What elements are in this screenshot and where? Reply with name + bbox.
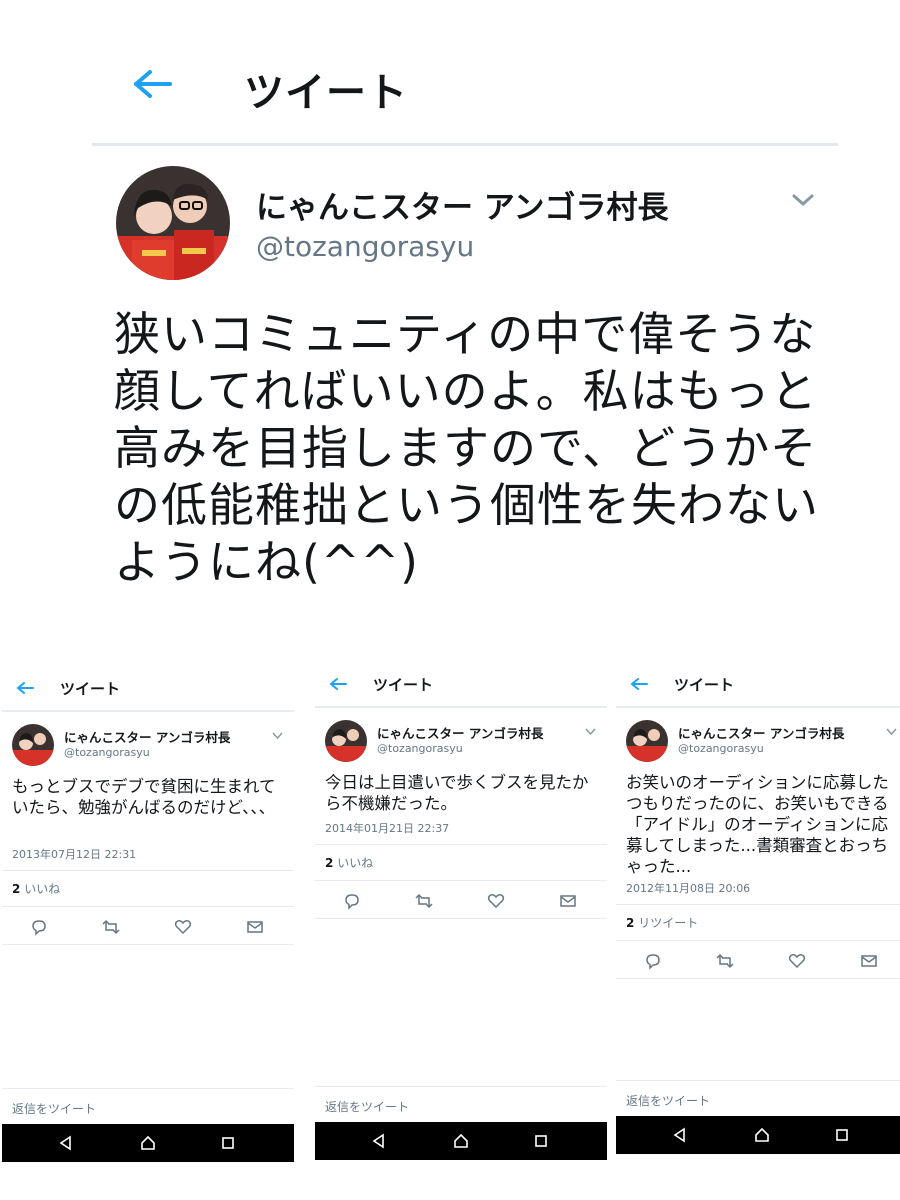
android-nav-bar: [616, 1116, 900, 1154]
chevron-down-icon[interactable]: [272, 732, 283, 739]
tweet-stat[interactable]: 2 いいね: [325, 854, 373, 871]
back-arrow-icon[interactable]: [16, 681, 34, 695]
tweet-text: 今日は上目遣いで歩くブスを見たから不機嫌だった。: [325, 773, 589, 813]
tweet-header: ツイート: [92, 40, 838, 146]
user-name[interactable]: にゃんこスター アンゴラ村長: [377, 723, 543, 742]
tweet-timestamp: 2012年11月08日 20:06: [626, 882, 751, 895]
envelope-icon[interactable]: [860, 952, 878, 970]
divider: [2, 944, 294, 945]
tweet-header: ツイート: [2, 664, 294, 712]
divider: [315, 844, 607, 845]
divider: [315, 918, 607, 919]
divider: [315, 880, 607, 881]
tweet-text: もっとブスでデブで貧困に生まれていたら、勉強がんばるのだけど、、、: [12, 777, 276, 817]
chevron-down-icon[interactable]: [788, 190, 818, 210]
home-icon[interactable]: [140, 1135, 156, 1151]
divider: [2, 906, 294, 907]
user-name[interactable]: にゃんこスター アンゴラ村長: [256, 182, 669, 227]
retweet-icon[interactable]: [415, 892, 433, 910]
reply-placeholder: 返信をツイート: [12, 1102, 97, 1116]
tweet-timestamp: 2014年01月21日 22:37: [325, 822, 450, 835]
tweet-text: お笑いのオーディションに応募したつもりだったのに、お笑いもできる「アイドル」のオ…: [626, 773, 889, 876]
reply-icon[interactable]: [644, 952, 662, 970]
android-nav-bar: [315, 1122, 607, 1160]
tweet-panel-3: ツイート にゃんこスター アンゴラ村長 @tozangorasyu お笑いのオー…: [616, 660, 900, 1156]
user-name[interactable]: にゃんこスター アンゴラ村長: [64, 727, 230, 746]
envelope-icon[interactable]: [246, 918, 264, 936]
tweet-actions: [616, 944, 900, 978]
stat-label: リツイート: [638, 916, 699, 930]
heart-icon[interactable]: [174, 918, 192, 936]
tweet-stat[interactable]: 2 いいね: [12, 880, 60, 897]
divider: [616, 904, 900, 905]
stat-count: 2: [626, 916, 635, 930]
page-title: ツイート: [674, 676, 735, 694]
avatar[interactable]: [12, 724, 54, 766]
page-title: ツイート: [373, 676, 434, 694]
tweet-panel-2: ツイート にゃんこスター アンゴラ村長 @tozangorasyu 今日は上目遣…: [315, 660, 607, 1164]
tweet-header: ツイート: [315, 660, 607, 708]
retweet-icon[interactable]: [716, 952, 734, 970]
tweet-actions: [2, 910, 294, 944]
envelope-icon[interactable]: [559, 892, 577, 910]
reply-placeholder: 返信をツイート: [626, 1094, 711, 1108]
triangle-back-icon[interactable]: [58, 1135, 74, 1151]
reply-placeholder: 返信をツイート: [325, 1100, 410, 1114]
back-arrow-icon[interactable]: [130, 66, 174, 102]
stat-count: 2: [325, 856, 334, 870]
divider: [2, 870, 294, 871]
stat-label: いいね: [24, 882, 61, 896]
page-title: ツイート: [244, 70, 408, 116]
tweet-panel-1: ツイート にゃんこスター アンゴラ村長 @tozangorasyu もっとブスで…: [2, 664, 294, 1164]
reply-icon[interactable]: [30, 918, 48, 936]
stat-count: 2: [12, 882, 21, 896]
tweet-actions: [315, 884, 607, 918]
tweet-text: 狭いコミュニティの中で偉そうな顔してればいいのよ。私はもっと高みを目指しますので…: [114, 307, 819, 589]
home-icon[interactable]: [453, 1133, 469, 1149]
chevron-down-icon[interactable]: [585, 728, 596, 735]
home-icon[interactable]: [754, 1127, 770, 1143]
reply-icon[interactable]: [343, 892, 361, 910]
avatar[interactable]: [116, 166, 230, 280]
heart-icon[interactable]: [487, 892, 505, 910]
back-arrow-icon[interactable]: [329, 677, 347, 691]
divider: [616, 978, 900, 979]
reply-field[interactable]: 返信をツイート: [616, 1080, 900, 1116]
main-tweet-screenshot: ツイート にゃんこスター アンゴラ村長 @tozangorasyu 狭いコミュニ…: [0, 0, 900, 620]
divider: [616, 940, 900, 941]
page-title: ツイート: [60, 680, 121, 698]
user-handle[interactable]: @tozangorasyu: [377, 742, 463, 755]
triangle-back-icon[interactable]: [672, 1127, 688, 1143]
user-handle[interactable]: @tozangorasyu: [64, 746, 150, 759]
tweet-stat[interactable]: 2 リツイート: [626, 914, 698, 931]
square-recent-icon[interactable]: [533, 1133, 549, 1149]
user-name[interactable]: にゃんこスター アンゴラ村長: [678, 723, 844, 742]
back-arrow-icon[interactable]: [630, 677, 648, 691]
tweet-header: ツイート: [616, 660, 900, 708]
user-handle[interactable]: @tozangorasyu: [256, 230, 474, 263]
heart-icon[interactable]: [788, 952, 806, 970]
chevron-down-icon[interactable]: [886, 728, 897, 735]
square-recent-icon[interactable]: [834, 1127, 850, 1143]
stat-label: いいね: [337, 856, 374, 870]
square-recent-icon[interactable]: [220, 1135, 236, 1151]
triangle-back-icon[interactable]: [371, 1133, 387, 1149]
retweet-icon[interactable]: [102, 918, 120, 936]
avatar[interactable]: [325, 720, 367, 762]
tweet-timestamp: 2013年07月12日 22:31: [12, 848, 137, 861]
user-handle[interactable]: @tozangorasyu: [678, 742, 764, 755]
reply-field[interactable]: 返信をツイート: [315, 1086, 607, 1122]
avatar[interactable]: [626, 720, 668, 762]
reply-field[interactable]: 返信をツイート: [2, 1088, 294, 1124]
android-nav-bar: [2, 1124, 294, 1162]
